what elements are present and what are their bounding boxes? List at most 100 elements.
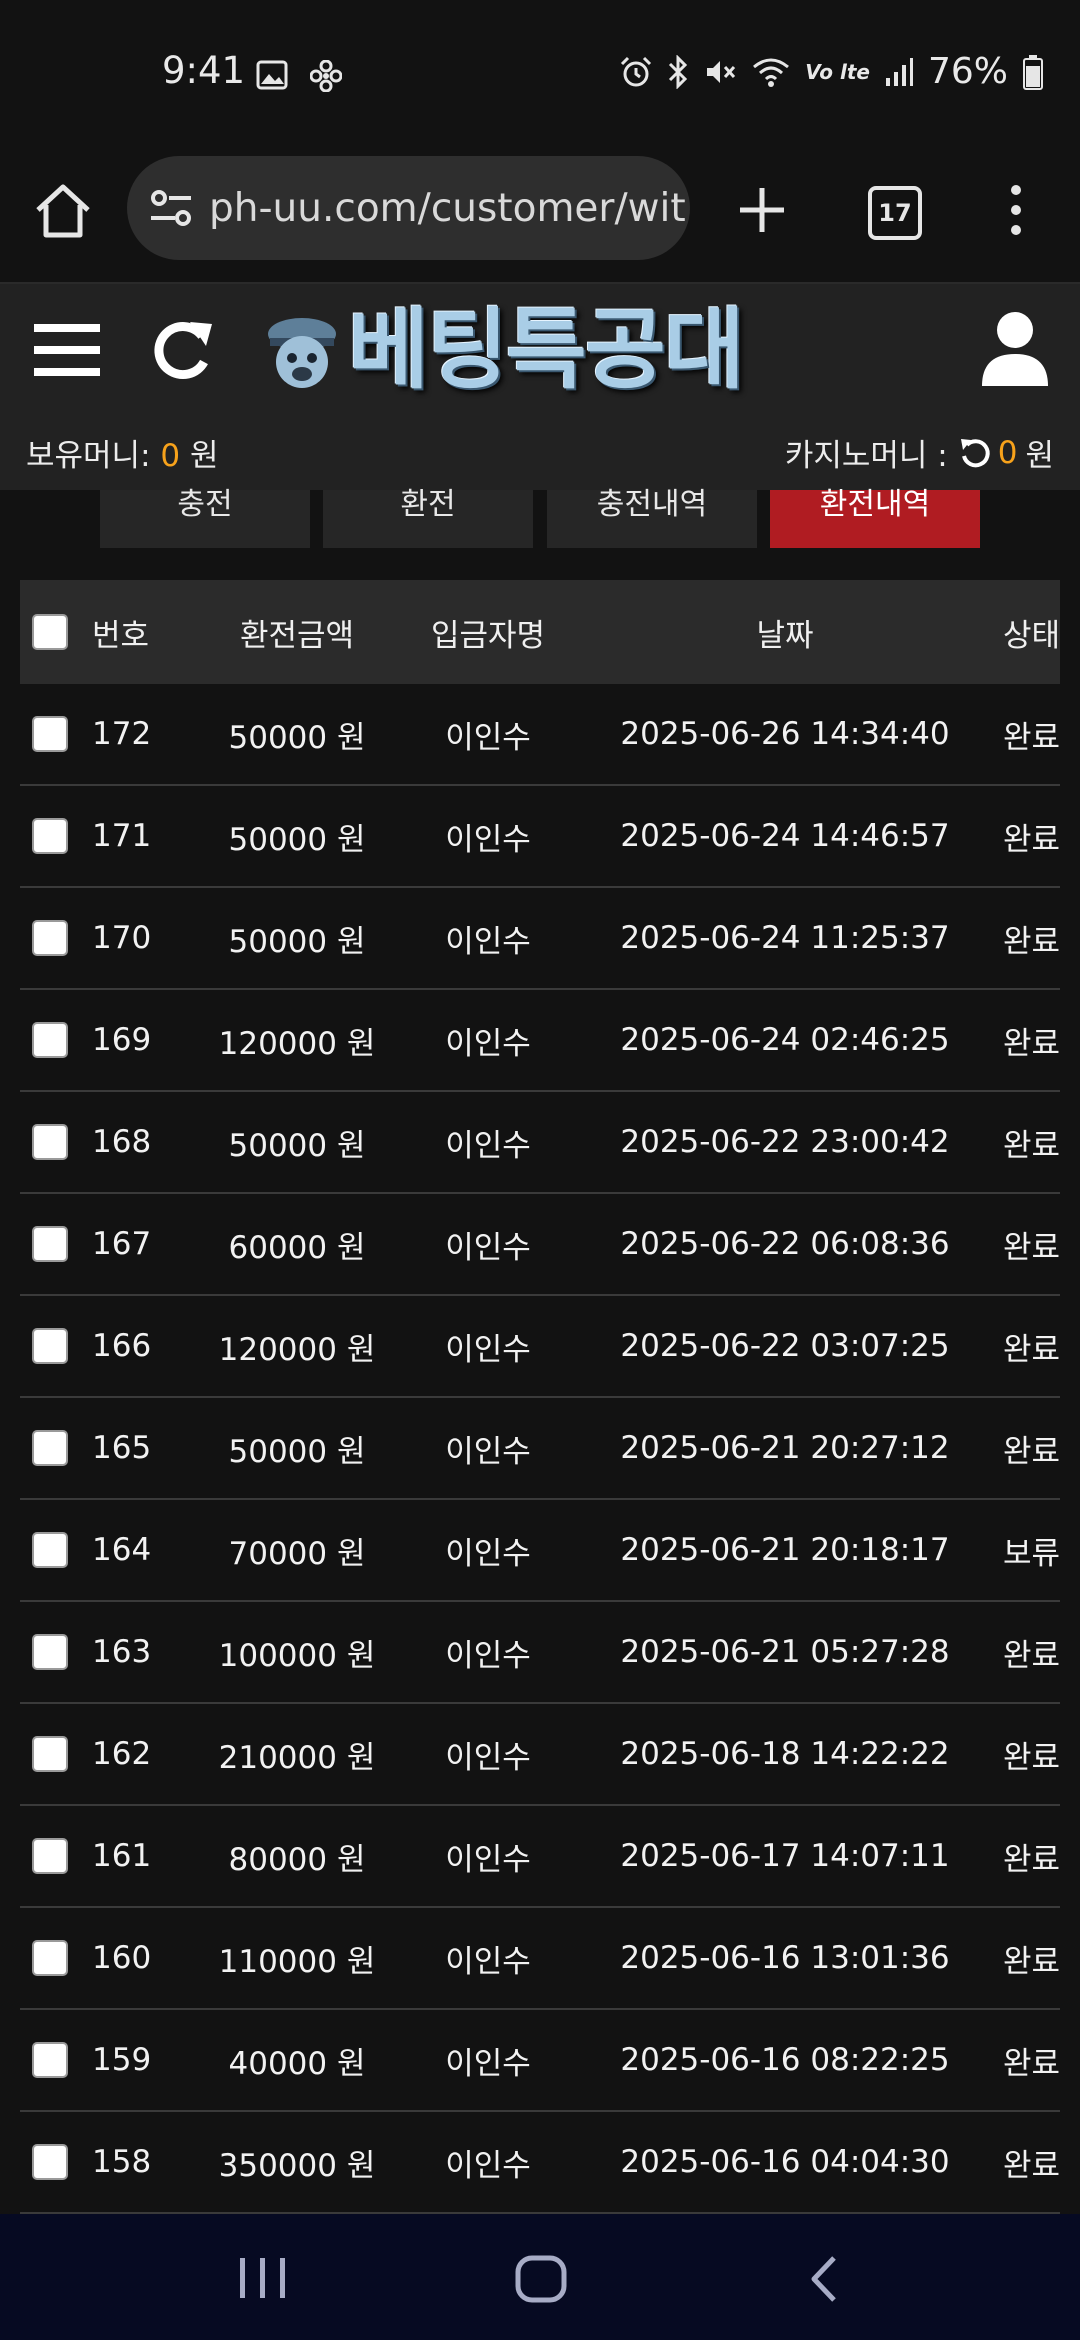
row-status: 완료 (1002, 1127, 1060, 1164)
table-row[interactable]: 161 80000 원 이인수 2025-06-17 14:07:11 완료 (20, 1806, 1060, 1908)
row-depositor: 이인수 (445, 821, 531, 858)
hamburger-menu-icon[interactable] (34, 320, 100, 380)
row-checkbox-cell (30, 990, 70, 1090)
row-amount: 50000 원 (228, 1127, 366, 1164)
table-row[interactable]: 167 60000 원 이인수 2025-06-22 06:08:36 완료 (20, 1194, 1060, 1296)
home-icon[interactable] (32, 180, 94, 242)
user-account-icon[interactable] (980, 310, 1050, 388)
row-checkbox-cell (30, 1500, 70, 1600)
holding-money-unit: 원 (189, 438, 219, 474)
row-status: 완료 (1002, 1331, 1060, 1368)
row-depositor: 이인수 (445, 1025, 531, 1062)
row-number: 167 (92, 1226, 152, 1262)
row-depositor: 이인수 (445, 719, 531, 756)
row-checkbox[interactable] (32, 1532, 68, 1568)
back-icon[interactable] (806, 2254, 842, 2304)
row-amount: 120000 원 (218, 1331, 376, 1368)
row-status: 완료 (1002, 719, 1060, 756)
site-header: 베팅특공대 보유머니: 0 원 카지노머니 : 0 원 (0, 284, 1080, 490)
exchange-tabs: 충전 환전 충전내역 환전내역 (0, 490, 1080, 548)
table-row[interactable]: 164 70000 원 이인수 2025-06-21 20:18:17 보류 (20, 1500, 1060, 1602)
row-checkbox[interactable] (32, 1022, 68, 1058)
row-checkbox[interactable] (32, 1838, 68, 1874)
table-row[interactable]: 158 350000 원 이인수 2025-06-16 04:04:30 완료 (20, 2112, 1060, 2214)
site-logo[interactable]: 베팅특공대 (258, 304, 820, 396)
select-all-checkbox[interactable] (32, 614, 68, 650)
row-checkbox[interactable] (32, 1736, 68, 1772)
browser-toolbar: ph-uu.com/customer/wit 17 (0, 140, 1080, 284)
casino-money-label: 카지노머니 : (784, 438, 948, 474)
table-row[interactable]: 172 50000 원 이인수 2025-06-26 14:34:40 완료 (20, 684, 1060, 786)
alarm-icon (621, 56, 652, 87)
table-header: 번호 환전금액 입금자명 날짜 상태 (20, 580, 1060, 684)
tab-switcher-button[interactable]: 17 (868, 186, 922, 240)
row-amount: 210000 원 (218, 1739, 376, 1776)
table-row[interactable]: 168 50000 원 이인수 2025-06-22 23:00:42 완료 (20, 1092, 1060, 1194)
table-row[interactable]: 159 40000 원 이인수 2025-06-16 08:22:25 완료 (20, 2010, 1060, 2112)
battery-icon (1023, 55, 1043, 90)
row-checkbox[interactable] (32, 2042, 68, 2078)
column-header-amount: 환전금액 (239, 617, 355, 654)
table-row[interactable]: 169 120000 원 이인수 2025-06-24 02:46:25 완료 (20, 990, 1060, 1092)
row-checkbox[interactable] (32, 818, 68, 854)
mute-icon (707, 61, 736, 83)
row-depositor: 이인수 (445, 1943, 531, 1980)
row-date: 2025-06-24 02:46:25 (620, 1022, 950, 1058)
table-row[interactable]: 165 50000 원 이인수 2025-06-21 20:27:12 완료 (20, 1398, 1060, 1500)
table-row[interactable]: 163 100000 원 이인수 2025-06-21 05:27:28 완료 (20, 1602, 1060, 1704)
more-menu-icon[interactable] (1004, 180, 1028, 240)
row-checkbox[interactable] (32, 1430, 68, 1466)
column-header-date: 날짜 (756, 617, 814, 654)
row-date: 2025-06-21 20:18:17 (620, 1532, 950, 1568)
address-bar[interactable]: ph-uu.com/customer/wit (127, 156, 690, 260)
recents-icon[interactable] (236, 2256, 290, 2300)
row-date: 2025-06-18 14:22:22 (620, 1736, 950, 1772)
row-amount: 100000 원 (218, 1637, 376, 1674)
row-checkbox[interactable] (32, 716, 68, 752)
home-icon[interactable] (514, 2254, 568, 2304)
logo-text: 베팅특공대 (348, 298, 745, 401)
row-number: 161 (92, 1838, 152, 1874)
row-depositor: 이인수 (445, 2045, 531, 2082)
row-checkbox[interactable] (32, 1328, 68, 1364)
tab-charge[interactable]: 충전 (100, 490, 310, 548)
status-right-icons: Vo lte 76% (619, 54, 1044, 90)
row-status: 완료 (1002, 1433, 1060, 1470)
row-checkbox-cell (30, 1908, 70, 2008)
row-checkbox[interactable] (32, 920, 68, 956)
tab-charge-history[interactable]: 충전내역 (547, 490, 757, 548)
tab-exchange[interactable]: 환전 (323, 490, 533, 548)
row-date: 2025-06-21 20:27:12 (620, 1430, 950, 1466)
table-row[interactable]: 160 110000 원 이인수 2025-06-16 13:01:36 완료 (20, 1908, 1060, 2010)
row-amount: 110000 원 (218, 1943, 376, 1980)
status-left-icons (256, 60, 342, 92)
refresh-icon[interactable] (152, 314, 216, 384)
volte-icon: Vo lte (805, 60, 870, 84)
row-status: 완료 (1002, 1025, 1060, 1062)
row-date: 2025-06-21 05:27:28 (620, 1634, 950, 1670)
casino-refresh-icon[interactable] (958, 436, 992, 470)
row-checkbox[interactable] (32, 2144, 68, 2180)
url-text[interactable]: ph-uu.com/customer/wit (209, 186, 686, 231)
casino-money-unit: 원 (1025, 438, 1054, 474)
row-number: 162 (92, 1736, 152, 1772)
row-checkbox-cell (30, 1806, 70, 1906)
row-checkbox[interactable] (32, 1226, 68, 1262)
row-date: 2025-06-22 03:07:25 (620, 1328, 950, 1364)
column-header-number: 번호 (92, 617, 150, 654)
row-checkbox-cell (30, 2112, 70, 2212)
row-number: 158 (92, 2144, 152, 2180)
row-checkbox[interactable] (32, 1124, 68, 1160)
image-icon (256, 60, 288, 90)
table-row[interactable]: 166 120000 원 이인수 2025-06-22 03:07:25 완료 (20, 1296, 1060, 1398)
table-row[interactable]: 171 50000 원 이인수 2025-06-24 14:46:57 완료 (20, 786, 1060, 888)
row-checkbox[interactable] (32, 1634, 68, 1670)
row-status: 완료 (1002, 1229, 1060, 1266)
site-settings-icon[interactable] (147, 183, 197, 233)
row-checkbox[interactable] (32, 1940, 68, 1976)
table-row[interactable]: 170 50000 원 이인수 2025-06-24 11:25:37 완료 (20, 888, 1060, 990)
tab-exchange-history[interactable]: 환전내역 (770, 490, 980, 548)
row-date: 2025-06-17 14:07:11 (620, 1838, 950, 1874)
table-row[interactable]: 162 210000 원 이인수 2025-06-18 14:22:22 완료 (20, 1704, 1060, 1806)
new-tab-icon[interactable] (730, 178, 794, 242)
